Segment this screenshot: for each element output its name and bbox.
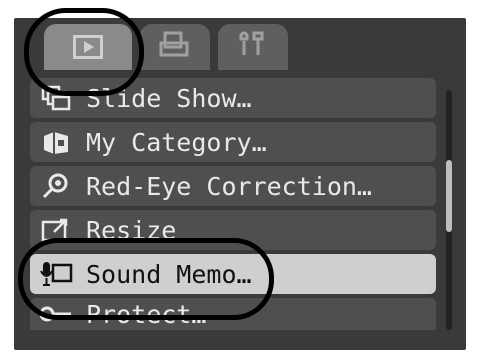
camera-screen: Slide Show… My Category… Red-Eye Correct… (0, 0, 480, 358)
menu-item-label: Red-Eye Correction… (86, 171, 372, 201)
red-eye-icon (38, 171, 74, 201)
tools-icon (236, 29, 270, 66)
tab-setup[interactable] (218, 24, 288, 70)
my-category-icon (38, 127, 74, 157)
scrollbar[interactable] (446, 90, 452, 330)
highlight-ring-sound-memo (18, 238, 274, 320)
menu-item-label: My Category… (86, 127, 267, 157)
menu-item-red-eye-correction[interactable]: Red-Eye Correction… (30, 166, 436, 206)
tab-print[interactable] (140, 24, 210, 70)
highlight-ring-play-tab (24, 8, 144, 96)
scrollbar-thumb[interactable] (446, 160, 452, 232)
menu-item-my-category[interactable]: My Category… (30, 122, 436, 162)
print-icon (158, 29, 192, 66)
